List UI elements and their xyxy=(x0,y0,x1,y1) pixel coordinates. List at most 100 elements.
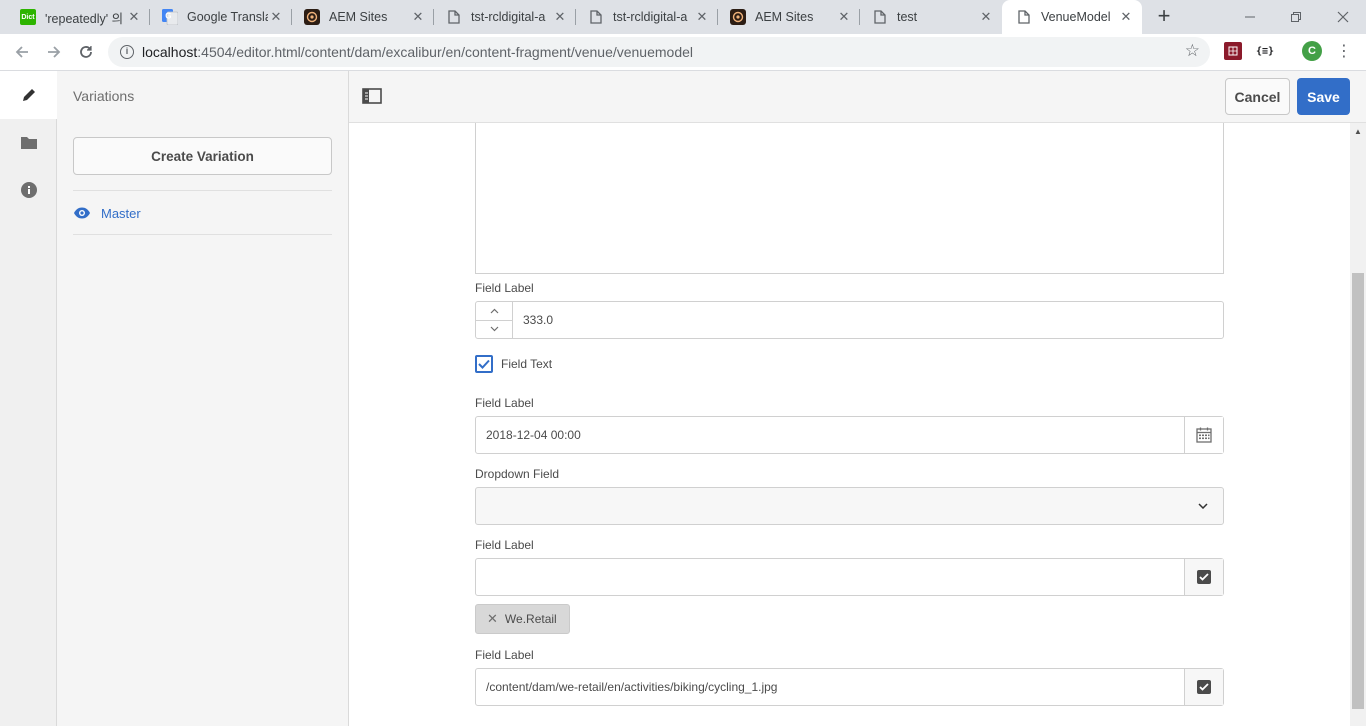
forward-icon[interactable] xyxy=(42,40,66,64)
browser-tab[interactable]: Dict 'repeatedly' 의 ✕ xyxy=(0,0,150,34)
tags-field: Field Label xyxy=(475,538,1224,596)
browser-tab[interactable]: AEM Sites ✕ xyxy=(710,0,860,34)
variations-panel: Variations Create Variation Master xyxy=(57,71,349,726)
page-icon xyxy=(588,9,604,25)
date-field: Field Label 2018-12-04 00:00 xyxy=(475,396,1224,454)
path-field: Field Label /content/dam/we-retail/en/ac… xyxy=(475,648,1224,706)
dict-icon: Dict xyxy=(20,9,36,25)
json-extension-icon[interactable]: {≡} xyxy=(1256,42,1274,60)
info-circle-icon[interactable] xyxy=(0,166,57,214)
extension-icon[interactable] xyxy=(1224,42,1242,60)
multiline-text-field[interactable] xyxy=(475,123,1224,274)
close-icon[interactable]: ✕ xyxy=(836,9,852,25)
field-label: Field Label xyxy=(475,538,534,552)
scroll-up-icon[interactable]: ▲ xyxy=(1354,127,1362,136)
side-rail xyxy=(0,71,57,726)
restore-icon[interactable] xyxy=(1273,0,1319,34)
url-path: :4504/editor.html/content/dam/excalibur/… xyxy=(197,44,694,60)
create-variation-button[interactable]: Create Variation xyxy=(73,137,332,175)
date-input[interactable]: 2018-12-04 00:00 xyxy=(475,416,1224,454)
tags-input[interactable] xyxy=(475,558,1224,596)
svg-text:G: G xyxy=(165,12,171,21)
path-value: /content/dam/we-retail/en/activities/bik… xyxy=(486,680,778,694)
bookmark-star-icon[interactable]: ☆ xyxy=(1185,41,1200,61)
save-button[interactable]: Save xyxy=(1297,78,1350,115)
tab-title: AEM Sites xyxy=(329,10,388,24)
minimize-icon[interactable] xyxy=(1227,0,1273,34)
tab-title: Google Transla xyxy=(187,10,268,24)
tab-title: tst-rcldigital-a xyxy=(471,10,546,24)
browser-tab[interactable]: test ✕ xyxy=(852,0,1002,34)
tab-title: AEM Sites xyxy=(755,10,814,24)
checkbox-label: Field Text xyxy=(501,357,553,371)
checkbox-field[interactable]: Field Text xyxy=(475,355,552,373)
close-icon[interactable]: ✕ xyxy=(268,9,284,25)
close-icon[interactable]: ✕ xyxy=(410,9,426,25)
editor-header: Cancel Save xyxy=(349,71,1366,123)
variation-item-master[interactable]: Master xyxy=(73,204,141,222)
folder-icon[interactable] xyxy=(0,118,57,166)
fragment-form: Field Label 333.0 Field Text Field Label… xyxy=(349,123,1350,726)
toggle-side-panel-icon[interactable] xyxy=(362,88,382,106)
close-icon[interactable]: ✕ xyxy=(487,611,498,627)
info-icon[interactable]: i xyxy=(120,45,134,59)
scrollbar[interactable]: ▲ xyxy=(1350,123,1366,726)
picker-check-icon[interactable] xyxy=(1184,669,1223,705)
url-host: localhost xyxy=(142,44,198,60)
close-window-icon[interactable] xyxy=(1320,0,1366,34)
page-icon xyxy=(1016,9,1032,25)
date-value: 2018-12-04 00:00 xyxy=(486,428,581,442)
google-translate-icon: G xyxy=(162,9,178,25)
dropdown-field: Dropdown Field xyxy=(475,467,1224,525)
page-icon xyxy=(446,9,462,25)
browser-tab[interactable]: tst-rcldigital-a ✕ xyxy=(426,0,576,34)
tab-title: 'repeatedly' 의 xyxy=(45,11,124,26)
back-icon[interactable] xyxy=(10,40,34,64)
close-icon[interactable]: ✕ xyxy=(552,9,568,25)
cancel-button[interactable]: Cancel xyxy=(1225,78,1290,115)
chevron-down-icon[interactable] xyxy=(1183,503,1223,509)
dropdown-select[interactable] xyxy=(475,487,1224,525)
number-input[interactable]: 333.0 xyxy=(475,301,1224,339)
page-icon xyxy=(872,9,888,25)
scrollbar-thumb[interactable] xyxy=(1352,273,1364,709)
eye-icon xyxy=(73,207,91,219)
browser-tab-strip: Dict 'repeatedly' 의 ✕ G Google Transla ✕… xyxy=(0,0,1366,34)
tab-title: tst-rcldigital-a xyxy=(613,10,688,24)
number-value: 333.0 xyxy=(523,313,554,327)
close-icon[interactable]: ✕ xyxy=(694,9,710,25)
browser-tab[interactable]: AEM Sites ✕ xyxy=(284,0,434,34)
field-label: Field Label xyxy=(475,396,534,410)
reload-icon[interactable] xyxy=(74,40,98,64)
calendar-icon[interactable] xyxy=(1184,417,1223,453)
profile-avatar[interactable]: C xyxy=(1302,41,1322,61)
browser-tab-active[interactable]: VenueModel ✕ xyxy=(1002,0,1142,34)
browser-tab[interactable]: G Google Transla ✕ xyxy=(142,0,292,34)
tag-chip[interactable]: ✕ We.Retail xyxy=(475,604,570,634)
tab-title: VenueModel xyxy=(1041,10,1111,24)
divider xyxy=(73,234,332,235)
divider xyxy=(73,190,332,191)
browser-tab[interactable]: tst-rcldigital-a ✕ xyxy=(568,0,718,34)
close-icon[interactable]: ✕ xyxy=(1118,9,1134,25)
field-label: Dropdown Field xyxy=(475,467,560,481)
chevron-down-icon[interactable] xyxy=(476,321,512,339)
close-icon[interactable]: ✕ xyxy=(978,9,994,25)
edit-pencil-icon[interactable] xyxy=(0,71,57,119)
field-label: Field Label xyxy=(475,281,534,295)
number-stepper[interactable] xyxy=(476,302,513,338)
close-icon[interactable]: ✕ xyxy=(126,9,142,25)
panel-title: Variations xyxy=(73,88,135,104)
aem-icon xyxy=(730,9,746,25)
variation-label: Master xyxy=(101,205,141,221)
new-tab-icon[interactable]: + xyxy=(1152,5,1176,29)
address-bar[interactable]: i localhost:4504/editor.html/content/dam… xyxy=(108,37,1210,67)
aem-icon xyxy=(304,9,320,25)
tab-title: test xyxy=(897,10,918,24)
checkbox[interactable] xyxy=(475,355,493,373)
chevron-up-icon[interactable] xyxy=(476,302,512,321)
picker-check-icon[interactable] xyxy=(1184,559,1223,595)
number-field: Field Label 333.0 xyxy=(475,281,1224,339)
menu-dots-icon[interactable]: ⋮ xyxy=(1335,42,1353,60)
path-input[interactable]: /content/dam/we-retail/en/activities/bik… xyxy=(475,668,1224,706)
